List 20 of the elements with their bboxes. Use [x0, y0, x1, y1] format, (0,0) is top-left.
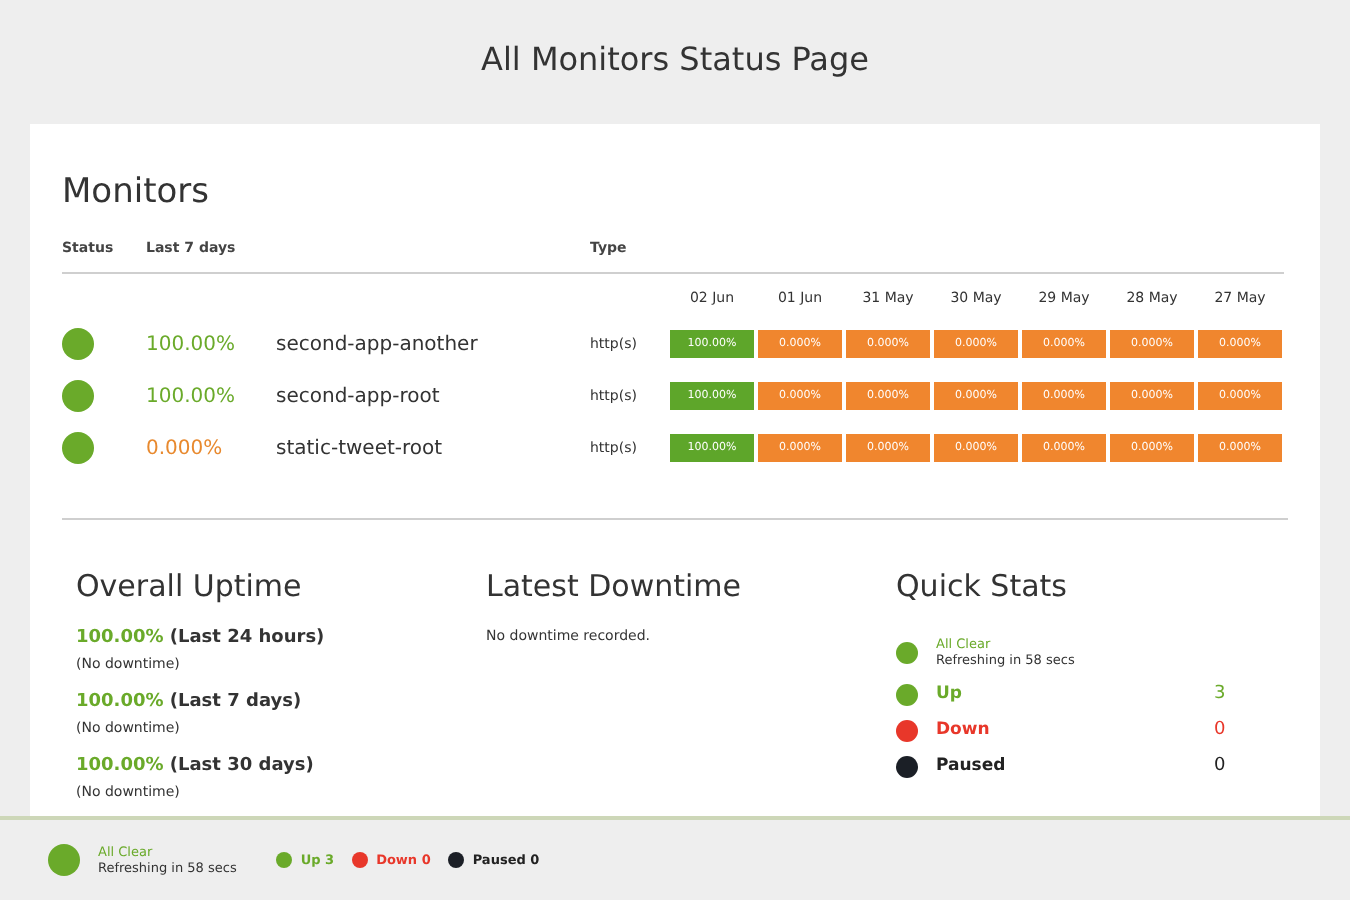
section-title: Overall Uptime: [76, 568, 304, 604]
uptime-percent: 0.000%: [146, 437, 225, 459]
uptime-percent: 100.00%: [146, 385, 237, 407]
stat-label: Paused: [936, 756, 1008, 776]
section-title: Quick Stats: [896, 568, 1069, 604]
stat-count: 0: [1214, 756, 1228, 776]
page-title: All Monitors Status Page: [481, 40, 869, 82]
uptime-summary: 100.00% (Last 7 days): [76, 692, 304, 712]
stat-label: Down: [936, 720, 992, 740]
stat-label: Up: [936, 684, 964, 704]
uptime-summary: 100.00% (Last 24 hours): [76, 628, 327, 648]
monitor-name: second-app-root: [276, 385, 442, 407]
section-title: Latest Downtime: [486, 568, 744, 604]
uptime-summary: 100.00% (Last 30 days): [76, 756, 316, 776]
monitor-name: second-app-another: [276, 333, 480, 355]
uptime-percent: 100.00%: [146, 333, 237, 355]
stat-count: 3: [1214, 684, 1228, 704]
monitor-name: static-tweet-root: [276, 437, 445, 459]
stat-count: 0: [1214, 720, 1228, 740]
section-title: Monitors: [62, 172, 211, 212]
